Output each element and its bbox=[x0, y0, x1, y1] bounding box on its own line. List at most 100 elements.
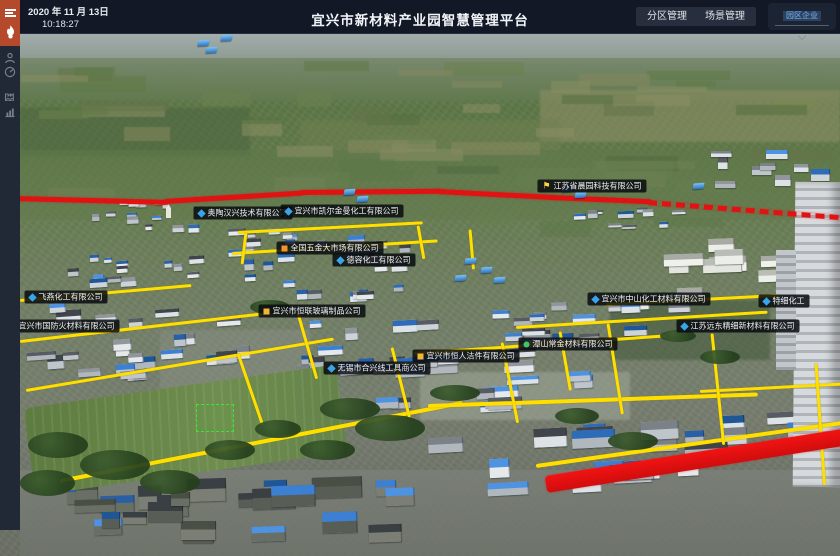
building bbox=[551, 302, 567, 310]
company-marker-icon bbox=[197, 209, 205, 217]
vehicle-marker[interactable] bbox=[343, 189, 355, 196]
map-company-label[interactable]: 德容化工有限公司 bbox=[333, 254, 416, 267]
map-company-label[interactable]: 潭山常金材料有限公司 bbox=[519, 338, 618, 351]
field-patch bbox=[536, 128, 574, 136]
map-company-label[interactable]: 特细化工 bbox=[759, 295, 810, 308]
tree-canopy bbox=[255, 420, 301, 438]
field-patch bbox=[579, 74, 651, 87]
building bbox=[102, 512, 121, 528]
building bbox=[493, 310, 510, 318]
vehicle-marker[interactable] bbox=[480, 267, 492, 274]
building bbox=[171, 492, 191, 506]
tree-canopy bbox=[20, 470, 75, 496]
building bbox=[244, 259, 255, 270]
vehicle-marker[interactable] bbox=[205, 47, 217, 54]
map-company-label[interactable]: 宜兴市恒联玻璃制品公司 bbox=[259, 305, 366, 318]
building bbox=[393, 284, 403, 292]
company-label-text: 宜兴市凯尔金曼化工有限公司 bbox=[295, 205, 399, 218]
vehicle-marker[interactable] bbox=[220, 35, 232, 42]
building bbox=[155, 308, 179, 317]
building bbox=[357, 291, 374, 299]
building bbox=[489, 459, 510, 479]
sidebar-item-fire[interactable] bbox=[0, 24, 20, 40]
building bbox=[189, 255, 205, 265]
scene-management-button[interactable]: 场景管理 bbox=[694, 7, 756, 26]
zone-management-button[interactable]: 分区管理 bbox=[636, 7, 698, 26]
park-enterprise-dropdown[interactable]: 园区企业 bbox=[768, 3, 836, 30]
field-patch bbox=[340, 159, 396, 172]
building bbox=[672, 210, 687, 215]
map-company-label[interactable]: 飞燕化工有限公司 bbox=[25, 291, 108, 304]
building bbox=[715, 181, 736, 188]
menu-icon[interactable] bbox=[0, 5, 20, 21]
field-patch bbox=[469, 215, 515, 225]
building bbox=[68, 268, 79, 276]
building bbox=[608, 223, 623, 228]
map-company-label[interactable]: 无锡市合兴线工具商公司 bbox=[324, 362, 431, 375]
field-patch bbox=[80, 100, 168, 112]
company-marker-icon bbox=[591, 295, 599, 303]
tree-canopy bbox=[355, 415, 425, 441]
building bbox=[49, 303, 66, 313]
building bbox=[161, 349, 184, 360]
vehicle-marker[interactable] bbox=[454, 275, 466, 282]
vehicle-marker[interactable] bbox=[197, 40, 209, 47]
field-patch bbox=[613, 95, 690, 106]
factory-icon bbox=[4, 90, 16, 102]
vehicle-marker[interactable] bbox=[464, 258, 476, 265]
field-patch bbox=[647, 71, 731, 80]
header-date: 2020 年 11 月 13日 bbox=[28, 4, 109, 18]
building bbox=[385, 487, 415, 505]
map-3d-view[interactable]: 奥陶汉兴技术有限公司宜兴市凯尔金曼化工有限公司全国五金大市场有限公司德容化工有限… bbox=[0, 34, 840, 556]
company-label-text: 德容化工有限公司 bbox=[347, 254, 411, 267]
map-company-label[interactable]: 奥陶汉兴技术有限公司 bbox=[194, 207, 293, 220]
vehicle-marker[interactable] bbox=[493, 277, 505, 284]
vehicle-marker[interactable] bbox=[356, 196, 368, 203]
sidebar-item-monitor[interactable] bbox=[0, 64, 20, 80]
building-cluster bbox=[95, 490, 235, 550]
building bbox=[89, 278, 107, 287]
building bbox=[588, 210, 598, 218]
company-label-text: 宜兴市国防火材料有限公司 bbox=[19, 320, 115, 333]
map-company-label[interactable]: 宜兴市中山化工材料有限公司 bbox=[588, 293, 711, 306]
map-company-label[interactable]: ⚑江苏省晨园科技有限公司 bbox=[537, 180, 646, 193]
building bbox=[766, 150, 788, 159]
building bbox=[90, 255, 99, 263]
building bbox=[664, 254, 704, 267]
company-marker-icon bbox=[524, 341, 530, 347]
building bbox=[63, 352, 80, 361]
company-marker-icon bbox=[327, 364, 335, 372]
building bbox=[794, 164, 810, 171]
vehicle-marker[interactable] bbox=[574, 192, 586, 199]
building bbox=[116, 266, 127, 274]
hamburger-icon bbox=[5, 8, 16, 19]
building bbox=[174, 263, 183, 271]
field-patch bbox=[592, 161, 673, 181]
vehicle-marker[interactable] bbox=[692, 183, 704, 190]
building bbox=[714, 249, 744, 265]
building bbox=[263, 261, 274, 270]
sidebar-item-factory[interactable] bbox=[0, 88, 20, 104]
field-patch bbox=[452, 81, 502, 89]
building bbox=[123, 512, 147, 524]
building bbox=[282, 232, 293, 239]
building bbox=[618, 211, 634, 219]
building bbox=[775, 175, 791, 186]
building bbox=[621, 225, 637, 230]
map-company-label[interactable]: 宜兴市凯尔金曼化工有限公司 bbox=[281, 205, 404, 218]
bar-chart-icon bbox=[4, 106, 16, 118]
map-company-label[interactable]: 江苏远东精细新材料有限公司 bbox=[677, 320, 800, 333]
building bbox=[624, 326, 648, 336]
company-marker-icon bbox=[680, 322, 688, 330]
company-label-text: 宜兴市中山化工材料有限公司 bbox=[602, 293, 706, 306]
tree-canopy bbox=[300, 440, 355, 460]
building bbox=[152, 216, 161, 221]
field-patch bbox=[124, 127, 170, 141]
field-patch bbox=[297, 92, 332, 107]
building bbox=[393, 320, 418, 333]
map-company-label[interactable]: 宜兴市国防火材料有限公司 bbox=[5, 320, 120, 333]
sidebar-item-statistics[interactable] bbox=[0, 104, 20, 120]
company-label-text: 飞燕化工有限公司 bbox=[39, 291, 103, 304]
company-label-text: 江苏省晨园科技有限公司 bbox=[554, 180, 642, 193]
building bbox=[574, 213, 586, 220]
